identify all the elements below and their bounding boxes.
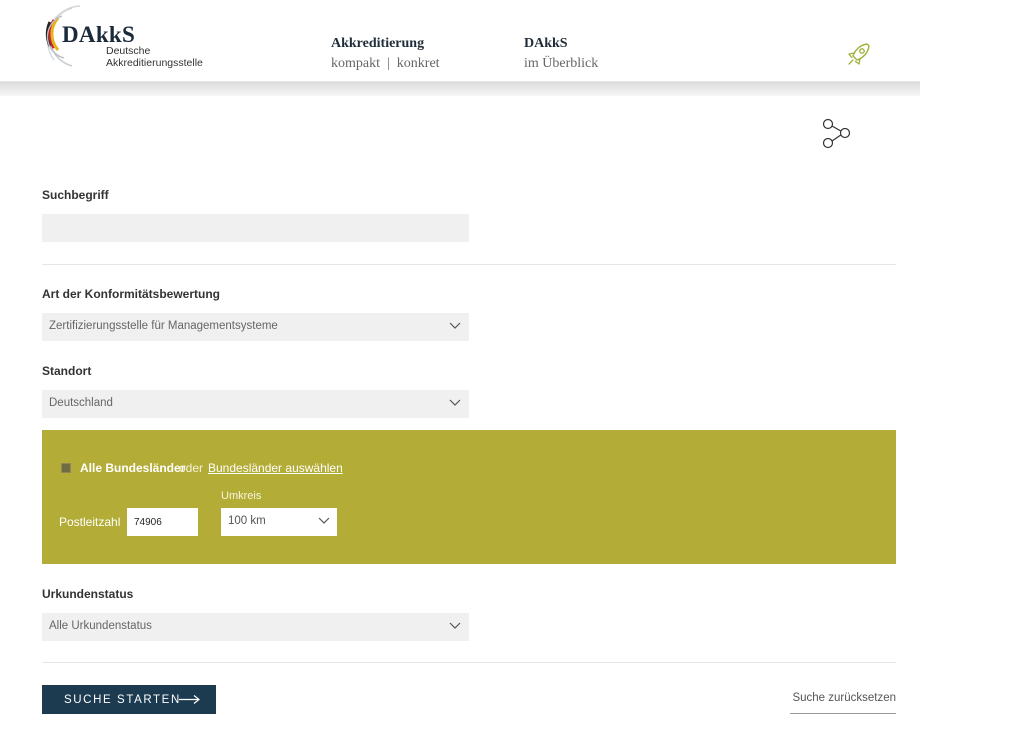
region-panel: Alle Bundesländer oder Bundesländer ausw…: [42, 430, 896, 564]
chevron-down-icon: [449, 399, 461, 406]
divider: [42, 662, 896, 663]
umkreis-selected-value: 100 km: [228, 515, 266, 527]
divider: [42, 264, 896, 265]
standort-label: Standort: [42, 364, 92, 378]
umkreis-label: Umkreis: [221, 490, 262, 502]
dakks-logo[interactable]: DAkkS Deutsche Akkreditierungsstelle: [40, 2, 220, 72]
nav-dakks-subtitle: im Überblick: [524, 56, 599, 71]
postleitzahl-label: Postleitzahl: [59, 515, 121, 529]
site-header: DAkkS Deutsche Akkreditierungsstelle Akk…: [0, 0, 920, 82]
konformitaet-label: Art der Konformitätsbewertung: [42, 287, 221, 301]
konformitaet-selected-value: Zertifizierungsstelle für Managementsyst…: [49, 320, 278, 332]
postleitzahl-input[interactable]: [127, 508, 198, 536]
bundeslaender-auswaehlen-link[interactable]: Bundesländer auswählen: [208, 461, 343, 475]
oder-text: oder: [179, 461, 204, 475]
logo-line-1: Deutsche: [106, 45, 151, 57]
search-input[interactable]: [42, 214, 469, 242]
chevron-down-icon: [318, 517, 330, 524]
suche-starten-label: SUCHE STARTEN: [64, 693, 181, 706]
nav-dakks[interactable]: DAkkS im Überblick: [524, 34, 598, 74]
search-label: Suchbegriff: [42, 188, 109, 202]
nav-akkreditierung-title: Akkreditierung: [331, 36, 425, 51]
arrow-right-icon: [179, 695, 200, 704]
umkreis-select[interactable]: 100 km: [221, 508, 337, 536]
nav-akkreditierung[interactable]: Akkreditierung kompakt | konkret: [331, 34, 440, 74]
chevron-down-icon: [449, 322, 461, 329]
standort-selected-value: Deutschland: [49, 397, 113, 409]
urkundenstatus-selected-value: Alle Urkundenstatus: [49, 620, 152, 632]
urkundenstatus-label: Urkundenstatus: [42, 587, 134, 601]
suche-starten-button[interactable]: SUCHE STARTEN: [42, 685, 216, 714]
share-icon[interactable]: [820, 118, 852, 150]
suche-zuruecksetzen-link[interactable]: Suche zurücksetzen: [790, 692, 896, 704]
reset-underline: [790, 713, 896, 714]
header-shadow: [0, 82, 920, 96]
standort-select[interactable]: Deutschland: [42, 390, 469, 418]
chevron-down-icon: [449, 622, 461, 629]
alle-bundeslaender-label[interactable]: Alle Bundesländer: [80, 461, 185, 475]
nav-dakks-title: DAkkS: [524, 36, 568, 51]
nav-akkreditierung-subtitle: kompakt | konkret: [331, 56, 440, 71]
urkundenstatus-select[interactable]: Alle Urkundenstatus: [42, 613, 469, 641]
konformitaet-select[interactable]: Zertifizierungsstelle für Managementsyst…: [42, 313, 469, 341]
alle-bundeslaender-checkbox[interactable]: [61, 463, 71, 473]
logo-subtitle: Deutsche Akkreditierungsstelle: [106, 45, 203, 69]
logo-line-2: Akkreditierungsstelle: [106, 57, 203, 69]
rocket-icon[interactable]: [845, 40, 873, 68]
